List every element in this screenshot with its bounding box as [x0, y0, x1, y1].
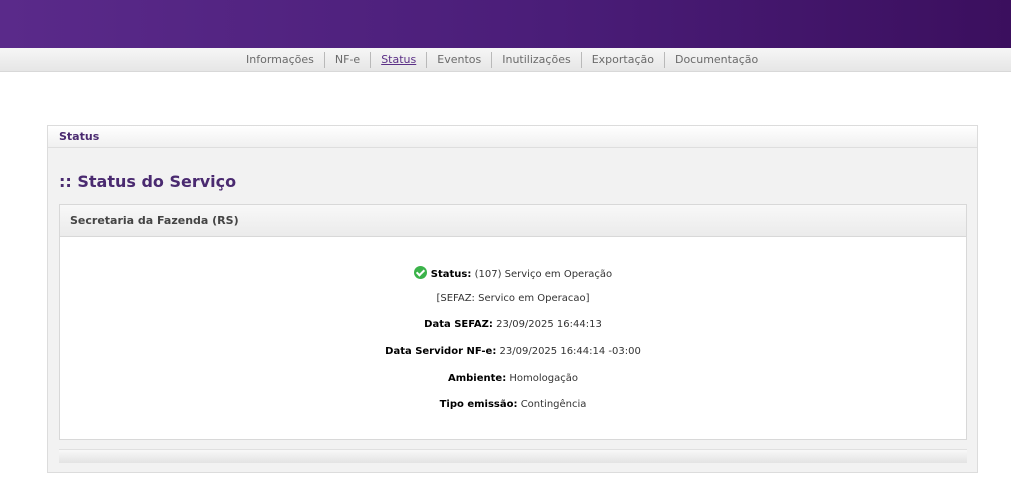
data-servidor-line: Data Servidor NF-e: 23/09/2025 16:44:14 … — [60, 346, 966, 357]
status-label: Status: — [430, 269, 472, 280]
status-panel: Status :: Status do Serviço Secretaria d… — [47, 125, 978, 473]
tipo-emissao-label: Tipo emissão: — [439, 399, 518, 410]
data-sefaz-value: 23/09/2025 16:44:13 — [496, 319, 602, 330]
ambiente-line: Ambiente: Homologação — [60, 373, 966, 384]
main-nav: Informações NF-e Status Eventos Inutiliz… — [236, 48, 768, 72]
nav-item-status[interactable]: Status — [370, 52, 426, 68]
tipo-emissao-value: Contingência — [520, 399, 587, 410]
main-nav-bar: Informações NF-e Status Eventos Inutiliz… — [0, 48, 1011, 72]
status-line: Status: (107) Serviço em Operação — [60, 266, 966, 280]
service-status-details: Status: (107) Serviço em Operação [SEFAZ… — [60, 237, 966, 439]
service-status-box: Secretaria da Fazenda (RS) Status: (107)… — [59, 204, 967, 440]
top-banner — [0, 0, 1011, 48]
nav-item-documentacao[interactable]: Documentação — [663, 52, 768, 68]
tipo-emissao-line: Tipo emissão: Contingência — [60, 399, 966, 410]
nav-item-informacoes[interactable]: Informações — [236, 52, 324, 68]
ambiente-label: Ambiente: — [447, 373, 507, 384]
data-sefaz-label: Data SEFAZ: — [424, 319, 493, 330]
panel-header: Status — [48, 126, 977, 148]
sefaz-message: [SEFAZ: Servico em Operacao] — [436, 293, 590, 304]
ambiente-value: Homologação — [509, 373, 579, 384]
nav-item-inutilizacoes[interactable]: Inutilizações — [491, 52, 580, 68]
status-value: (107) Serviço em Operação — [474, 269, 613, 280]
service-provider-header: Secretaria da Fazenda (RS) — [60, 205, 966, 237]
data-servidor-label: Data Servidor NF-e: — [385, 346, 497, 357]
panel-footer-bar — [59, 449, 967, 463]
data-sefaz-line: Data SEFAZ: 23/09/2025 16:44:13 — [60, 319, 966, 330]
check-circle-icon — [413, 266, 427, 279]
section-title: :: Status do Serviço — [59, 172, 237, 191]
nav-item-eventos[interactable]: Eventos — [426, 52, 491, 68]
data-servidor-value: 23/09/2025 16:44:14 -03:00 — [499, 346, 641, 357]
nav-item-exportacao[interactable]: Exportação — [580, 52, 664, 68]
nav-item-nfe[interactable]: NF-e — [323, 52, 370, 68]
